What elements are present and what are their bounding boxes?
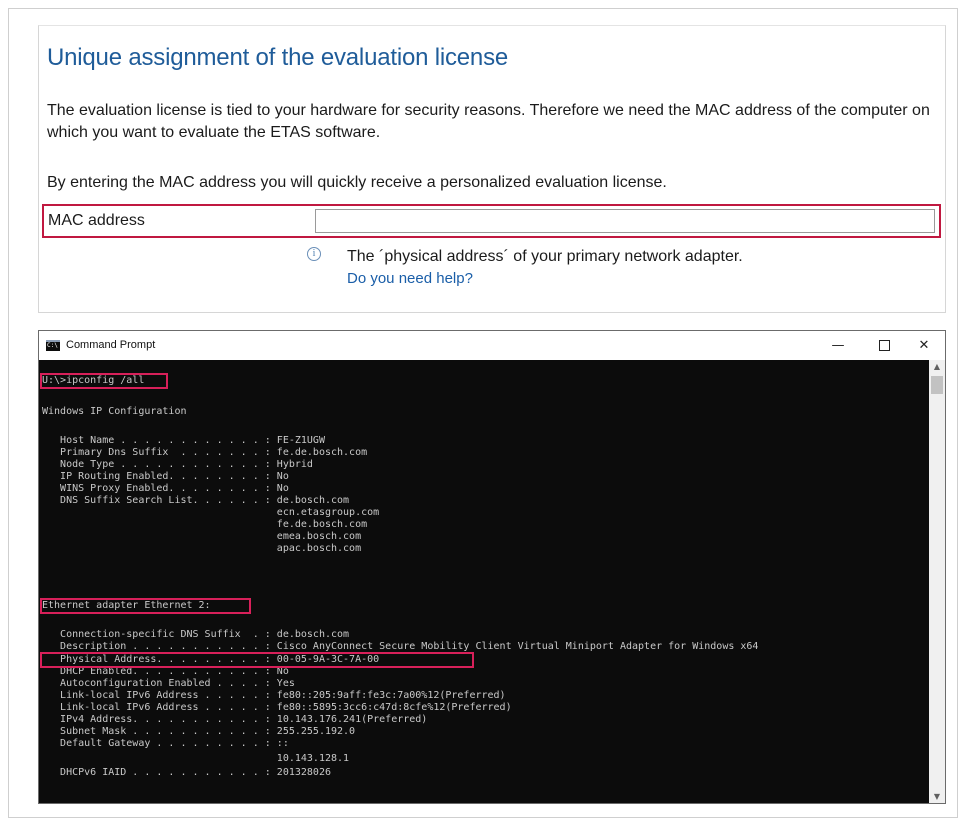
console-line: DHCPv6 IAID . . . . . . . . . . . : 2013… [42,767,331,778]
info-icon: i [307,247,321,261]
console-line: IPv4 Address. . . . . . . . . . . : 10.1… [42,714,428,725]
mac-address-input[interactable] [315,209,935,233]
console-line: Node Type . . . . . . . . . . . . : Hybr… [42,459,313,470]
scroll-down-arrow-icon[interactable]: ▼ [929,790,945,803]
console-line: Windows IP Configuration [42,406,187,417]
console-line: Primary Dns Suffix . . . . . . . : fe.de… [42,447,368,458]
console-line: DNS Suffix Search List. . . . . . : de.b… [42,495,350,506]
evaluation-license-form: Unique assignment of the evaluation lice… [38,25,946,313]
physical-address-highlight [40,652,474,668]
maximize-icon [878,340,890,351]
mac-address-row: MAC address [42,204,941,238]
mac-address-hint: The ´physical address´ of your primary n… [347,248,743,265]
console-line: Host Name . . . . . . . . . . . . : FE-Z… [42,435,325,446]
command-prompt-window: C:\ Command Prompt — ✕ U:\>ipconfig /all… [38,330,946,804]
vertical-scrollbar[interactable]: ▲ ▼ [929,360,945,803]
console-line: Link-local IPv6 Address . . . . . : fe80… [42,702,512,713]
console-line: apac.bosch.com [42,543,362,554]
console-line: IP Routing Enabled. . . . . . . . : No [42,471,289,482]
form-subtext: By entering the MAC address you will qui… [47,174,667,191]
form-title: Unique assignment of the evaluation lice… [47,44,509,71]
minimize-button[interactable]: — [815,331,861,360]
window-title: Command Prompt [66,339,156,351]
console-line: Subnet Mask . . . . . . . . . . . : 255.… [42,726,356,737]
close-button[interactable]: ✕ [901,331,945,360]
console-line: fe.de.bosch.com [42,519,368,530]
scroll-up-arrow-icon[interactable]: ▲ [929,360,945,374]
console-line: emea.bosch.com [42,531,362,542]
command-highlight [40,373,168,389]
console-output[interactable]: U:\>ipconfig /all Windows IP Configurati… [39,360,929,803]
console-line: WINS Proxy Enabled. . . . . . . . : No [42,483,289,494]
console-line: Link-local IPv6 Address . . . . . : fe80… [42,690,506,701]
mac-address-label: MAC address [48,212,145,229]
cmd-icon: C:\ [46,340,60,351]
console-line: Autoconfiguration Enabled . . . . : Yes [42,678,295,689]
console-line: Connection-specific DNS Suffix . : de.bo… [42,629,350,640]
help-link[interactable]: Do you need help? [347,270,473,287]
console-line: 10.143.128.1 [42,753,350,764]
scrollbar-thumb[interactable] [931,376,943,394]
adapter-highlight [40,598,251,614]
console-line: ecn.etasgroup.com [42,507,380,518]
form-description: The evaluation license is tied to your h… [47,102,930,141]
console-line: Default Gateway . . . . . . . . . : :: [42,738,289,749]
window-titlebar[interactable]: C:\ Command Prompt — ✕ [39,331,945,360]
